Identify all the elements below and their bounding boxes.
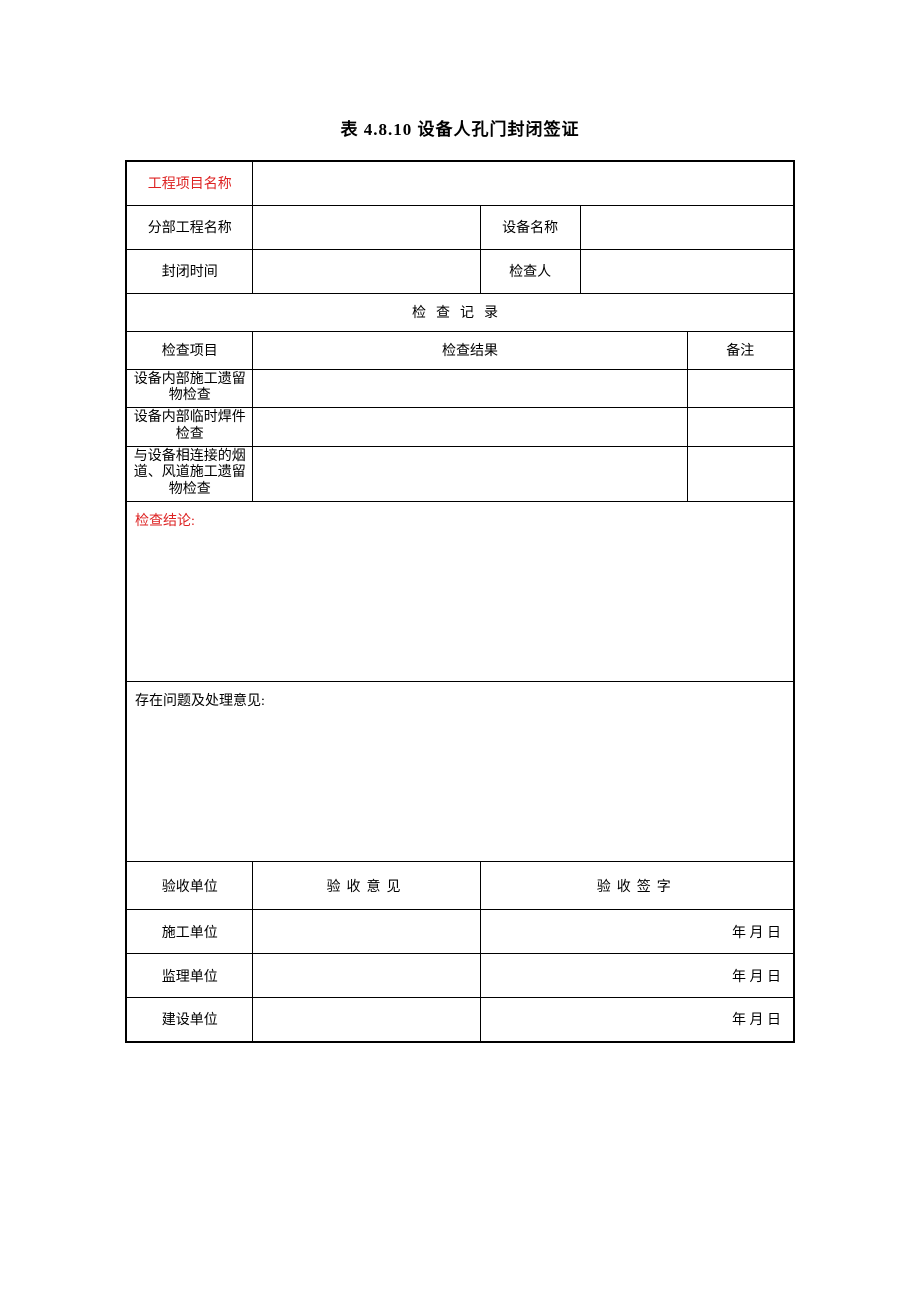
row-item3-remark[interactable]: [687, 446, 794, 501]
header-acceptance-signature: 验收签字: [480, 862, 794, 910]
field-conclusion[interactable]: 检查结论:: [126, 502, 794, 682]
header-acceptance-opinion: 验收意见: [253, 862, 480, 910]
row-item1-remark[interactable]: [687, 369, 794, 408]
row-item1-result[interactable]: [253, 369, 687, 408]
field-build-opinion[interactable]: [253, 998, 480, 1042]
field-supervision-signature[interactable]: 年 月 日: [480, 954, 794, 998]
row-item3-label: 与设备相连接的烟道、风道施工遗留物检查: [126, 446, 253, 501]
label-issues: 存在问题及处理意见:: [135, 694, 265, 709]
section-inspection-record: 检查记录: [126, 293, 794, 331]
label-construction-unit: 施工单位: [126, 910, 253, 954]
header-inspection-item: 检查项目: [126, 331, 253, 369]
field-build-signature[interactable]: 年 月 日: [480, 998, 794, 1042]
row-item2-label: 设备内部临时焊件检查: [126, 408, 253, 447]
field-issues[interactable]: 存在问题及处理意见:: [126, 682, 794, 862]
row-item2-result[interactable]: [253, 408, 687, 447]
row-item1-label: 设备内部施工遗留物检查: [126, 369, 253, 408]
label-build-unit: 建设单位: [126, 998, 253, 1042]
label-closing-time: 封闭时间: [126, 249, 253, 293]
form-table: 工程项目名称 分部工程名称 设备名称 封闭时间 检查人 检查记录 检查项目 检查…: [125, 160, 795, 1043]
label-project-name: 工程项目名称: [126, 161, 253, 205]
field-construction-signature[interactable]: 年 月 日: [480, 910, 794, 954]
label-inspector: 检查人: [480, 249, 580, 293]
field-project-name[interactable]: [253, 161, 794, 205]
field-construction-opinion[interactable]: [253, 910, 480, 954]
header-remark: 备注: [687, 331, 794, 369]
header-inspection-result: 检查结果: [253, 331, 687, 369]
row-item3-result[interactable]: [253, 446, 687, 501]
field-inspector[interactable]: [580, 249, 794, 293]
label-conclusion: 检查结论:: [135, 514, 195, 529]
label-sub-project-name: 分部工程名称: [126, 205, 253, 249]
field-equipment-name[interactable]: [580, 205, 794, 249]
field-closing-time[interactable]: [253, 249, 480, 293]
row-item2-remark[interactable]: [687, 408, 794, 447]
page-title: 表 4.8.10 设备人孔门封闭签证: [125, 115, 795, 140]
field-supervision-opinion[interactable]: [253, 954, 480, 998]
header-acceptance-unit: 验收单位: [126, 862, 253, 910]
label-supervision-unit: 监理单位: [126, 954, 253, 998]
field-sub-project-name[interactable]: [253, 205, 480, 249]
label-equipment-name: 设备名称: [480, 205, 580, 249]
